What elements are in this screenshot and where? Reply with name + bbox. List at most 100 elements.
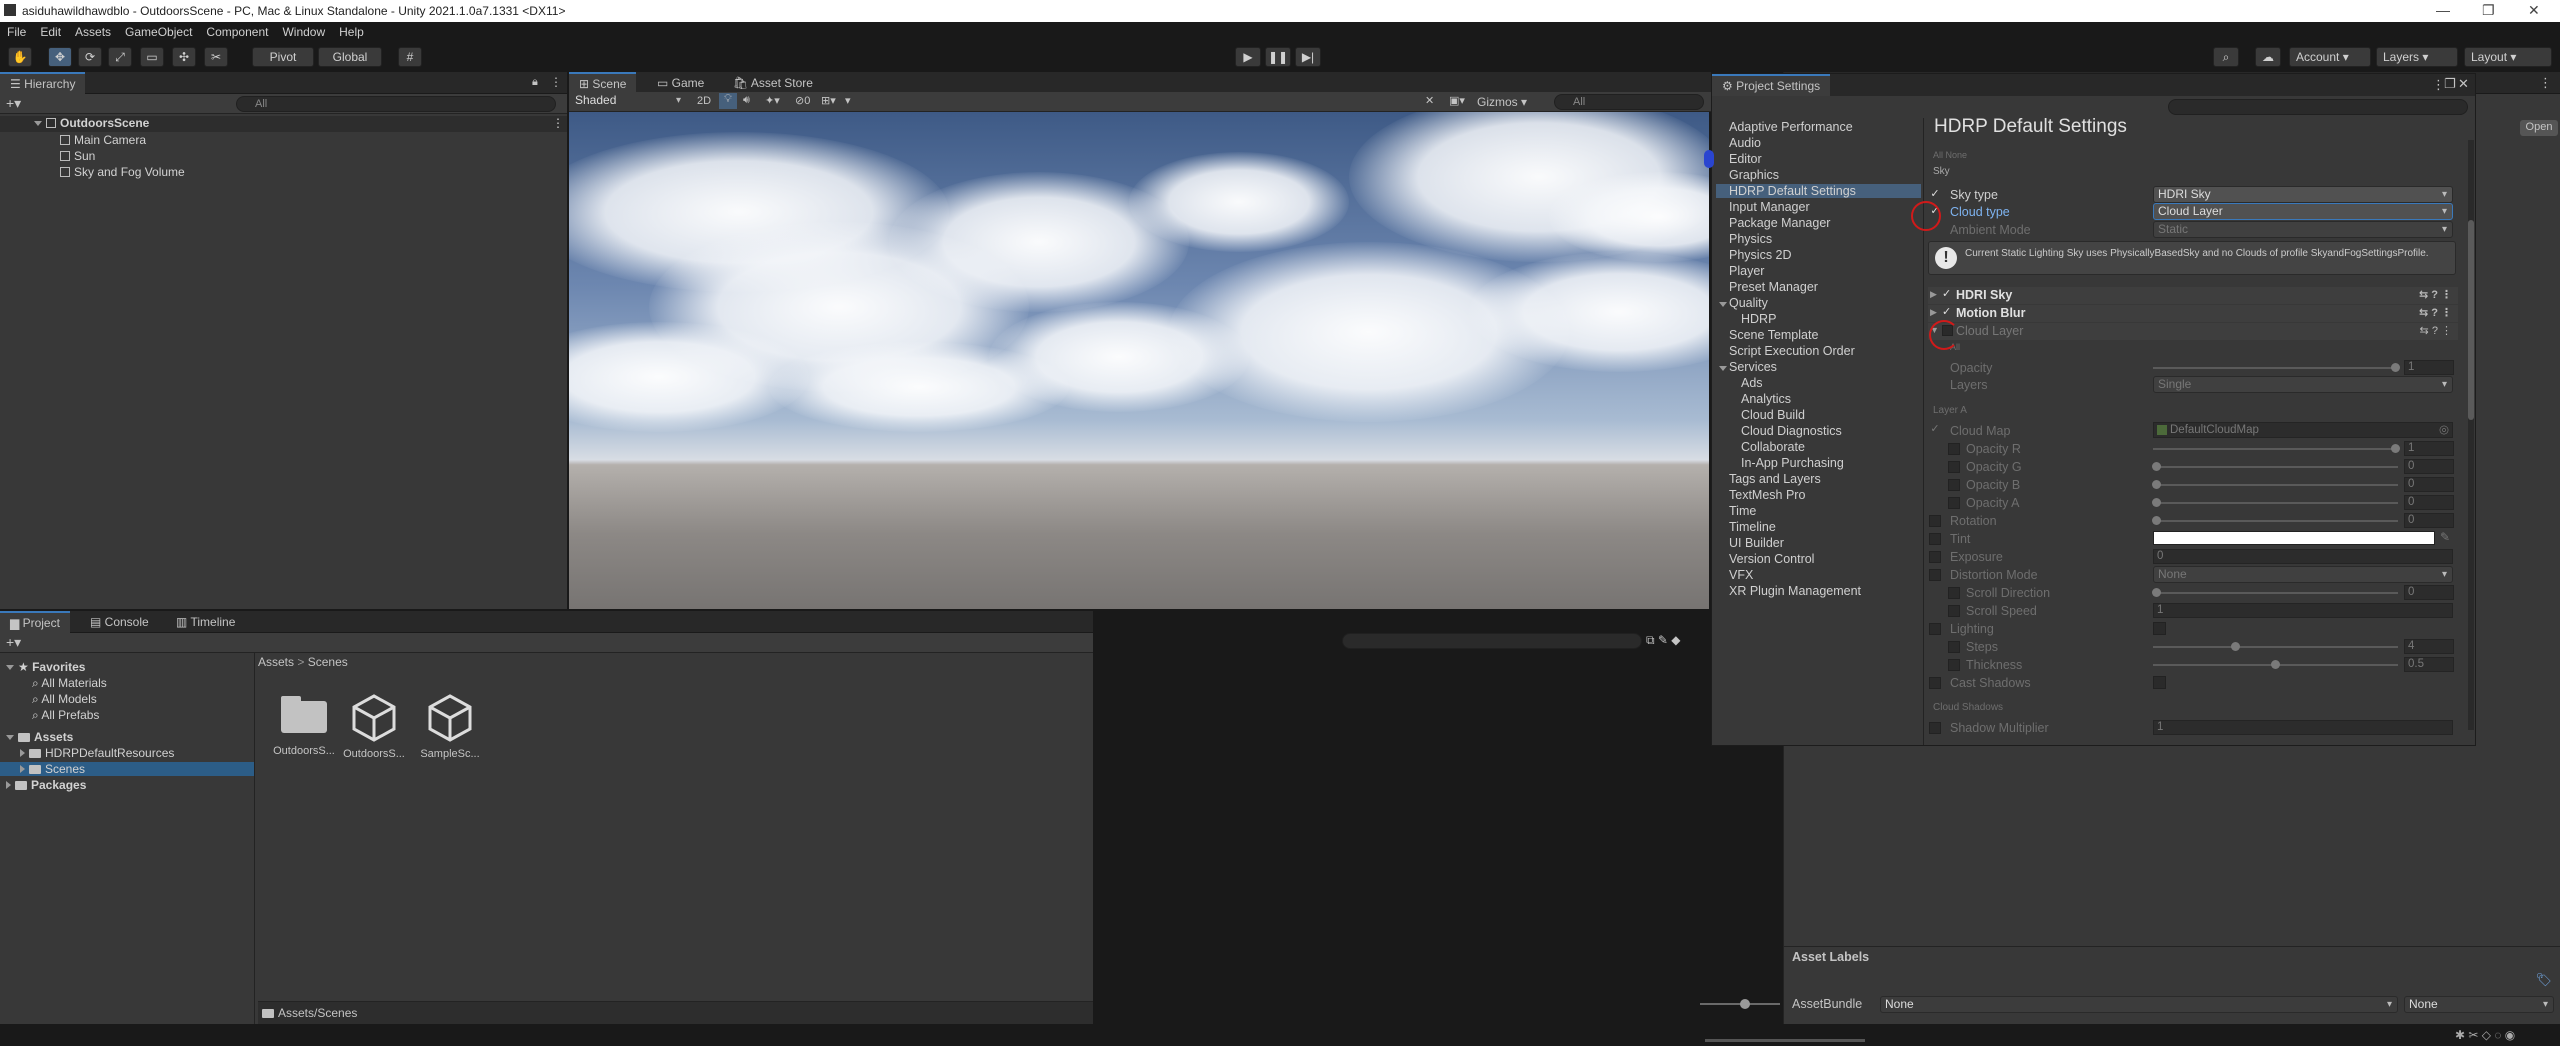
pause-button[interactable]: ❚❚ <box>1265 47 1291 67</box>
ps-item-xr-plugin-management[interactable]: XR Plugin Management <box>1729 584 1861 598</box>
component-header-icons[interactable]: ⇆ ? ⋮ <box>2420 324 2452 337</box>
ps-item-services[interactable]: Services <box>1729 360 1777 374</box>
ps-item-ads[interactable]: Ads <box>1741 376 1763 390</box>
camera-icon[interactable]: ▣▾ <box>1449 94 1465 107</box>
kebab-menu-icon[interactable]: ⋮ <box>550 75 562 89</box>
cl-opacity-a-slider[interactable] <box>2153 502 2398 504</box>
cl-scroll-dir-knob[interactable] <box>2152 588 2161 597</box>
toggle-2d[interactable]: 2D <box>697 95 711 107</box>
component-cloud-layer[interactable]: ▼ Cloud Layer ⇆ ? ⋮ <box>1928 323 2458 340</box>
cl-opacity-a-check[interactable] <box>1948 497 1960 509</box>
cl-cast-shadows-check[interactable] <box>1929 677 1941 689</box>
menu-window[interactable]: Window <box>275 22 332 39</box>
quality-expand-icon[interactable] <box>1719 302 1727 307</box>
sky-type-override-check[interactable]: ✓ <box>1929 189 1941 201</box>
cl-scroll-dir-field[interactable]: 0 <box>2404 585 2454 600</box>
cloud-type-dropdown[interactable]: Cloud Layer <box>2153 203 2453 220</box>
cl-distortion-check[interactable] <box>1929 569 1941 581</box>
hierarchy-search-input[interactable]: All <box>236 96 556 112</box>
component-header-icons[interactable]: ⇆ ? ⋮ <box>2419 288 2452 301</box>
ps-item-audio[interactable]: Audio <box>1729 136 1761 150</box>
hierarchy-item-sky-fog[interactable]: Sky and Fog Volume <box>60 165 185 179</box>
ps-scrollbar[interactable] <box>2468 140 2474 730</box>
cl-rotation-field[interactable]: 0 <box>2404 513 2454 528</box>
services-expand-icon[interactable] <box>1719 366 1727 371</box>
ps-item-physics-2d[interactable]: Physics 2D <box>1729 248 1792 262</box>
cl-shadow-mult-check[interactable] <box>1929 722 1941 734</box>
enable-check-icon[interactable]: ✓ <box>1942 287 1951 300</box>
ps-item-player[interactable]: Player <box>1729 264 1764 278</box>
scene-viewport[interactable] <box>569 112 1709 609</box>
menu-edit[interactable]: Edit <box>33 22 68 39</box>
cl-lighting-check[interactable] <box>1929 623 1941 635</box>
ps-item-timeline[interactable]: Timeline <box>1729 520 1776 534</box>
audio-icon[interactable]: 🔊︎ <box>743 94 750 107</box>
project-filter-icons[interactable]: ⧉ ✎ ◆ <box>1646 633 1681 648</box>
favorites-header[interactable]: ★ Favorites <box>6 660 85 674</box>
menu-assets[interactable]: Assets <box>68 22 118 39</box>
cl-opacity-g-slider[interactable] <box>2153 466 2398 468</box>
favorite-all-prefabs[interactable]: ⌕ All Prefabs <box>32 708 99 723</box>
rect-tool-icon[interactable]: ▭ <box>140 47 164 67</box>
folder-hdrp-default-resources[interactable]: HDRPDefaultResources <box>20 746 174 760</box>
assetbundle-dropdown[interactable]: None <box>1880 996 2398 1013</box>
search-icon[interactable]: ⌕ <box>2213 47 2239 67</box>
menu-gameobject[interactable]: GameObject <box>118 22 199 39</box>
ps-item-quality[interactable]: Quality <box>1729 296 1768 310</box>
menu-component[interactable]: Component <box>199 22 275 39</box>
cl-opacity-g-knob[interactable] <box>2152 462 2161 471</box>
step-button[interactable]: ▶| <box>1295 47 1321 67</box>
rotate-tool-icon[interactable]: ⟳ <box>78 47 102 67</box>
minimize-button[interactable]: — <box>2436 2 2450 18</box>
cl-thickness-field[interactable]: 0.5 <box>2404 657 2454 672</box>
all-none-toggle[interactable]: All None <box>1933 150 1967 160</box>
cl-steps-field[interactable]: 4 <box>2404 639 2454 654</box>
cl-opacity-r-check[interactable] <box>1948 443 1960 455</box>
gizmos-dropdown[interactable]: Gizmos ▾ <box>1477 95 1527 109</box>
tab-console[interactable]: ▤ Console <box>80 611 159 633</box>
hierarchy-item-sun[interactable]: Sun <box>60 149 95 163</box>
expand-arrow-icon[interactable] <box>34 121 42 126</box>
tab-game[interactable]: ▭ Game <box>647 72 714 94</box>
breadcrumb-assets[interactable]: Assets <box>258 655 294 669</box>
global-toggle[interactable]: Global <box>318 47 382 67</box>
ps-item-textmesh-pro[interactable]: TextMesh Pro <box>1729 488 1805 502</box>
breadcrumb-scenes[interactable]: Scenes <box>308 655 348 669</box>
cl-opacity-g-field[interactable]: 0 <box>2404 459 2454 474</box>
ambient-mode-dropdown[interactable]: Static <box>2153 221 2453 238</box>
cl-opacity-r-slider[interactable] <box>2153 448 2398 450</box>
grid-snap-icon[interactable]: # <box>398 47 422 67</box>
collapse-arrow-icon[interactable]: ▶ <box>1930 289 1937 300</box>
assets-header[interactable]: Assets <box>6 730 73 744</box>
collapse-arrow-icon[interactable] <box>20 749 25 757</box>
hidden-objects-icon[interactable]: ⊘0 <box>795 94 810 107</box>
status-icons[interactable]: ✱ ✂ ◇ ◌ ◉ <box>2455 1028 2515 1042</box>
cl-opacity-g-check[interactable] <box>1948 461 1960 473</box>
add-icon[interactable]: +▾ <box>6 95 21 112</box>
ps-item-editor[interactable]: Editor <box>1729 152 1762 166</box>
cl-scroll-dir-check[interactable] <box>1948 587 1960 599</box>
cl-rotation-check[interactable] <box>1929 515 1941 527</box>
tab-scene[interactable]: ⊞ Scene <box>569 72 637 94</box>
shading-dropdown[interactable]: Shaded <box>571 93 686 110</box>
hierarchy-item-main-camera[interactable]: Main Camera <box>60 133 146 147</box>
ps-item-cloud-build[interactable]: Cloud Build <box>1741 408 1805 422</box>
project-search-input[interactable] <box>1342 633 1642 649</box>
sky-type-dropdown[interactable]: HDRI Sky <box>2153 186 2453 203</box>
transform-tool-icon[interactable]: ✣ <box>172 47 196 67</box>
packages-header[interactable]: Packages <box>6 778 86 792</box>
camera-settings-icon[interactable]: ▾ <box>845 94 851 107</box>
pivot-toggle[interactable]: Pivot <box>252 47 314 67</box>
ps-item-preset-manager[interactable]: Preset Manager <box>1729 280 1818 294</box>
cl-steps-slider[interactable] <box>2153 646 2398 648</box>
cl-lighting-toggle[interactable] <box>2153 622 2166 635</box>
ps-item-hdrp-default-settings[interactable]: HDRP Default Settings <box>1716 184 1921 198</box>
cl-opacity-knob[interactable] <box>2391 363 2400 372</box>
expand-arrow-icon[interactable] <box>6 665 14 670</box>
cl-steps-check[interactable] <box>1948 641 1960 653</box>
open-button[interactable]: Open <box>2520 120 2558 136</box>
tab-asset-store[interactable]: 🛍︎ Asset Store <box>723 72 823 94</box>
cl-thickness-check[interactable] <box>1948 659 1960 671</box>
ps-item-vfx[interactable]: VFX <box>1729 568 1753 582</box>
scene-root[interactable]: OutdoorsScene ⋮ <box>0 116 567 132</box>
